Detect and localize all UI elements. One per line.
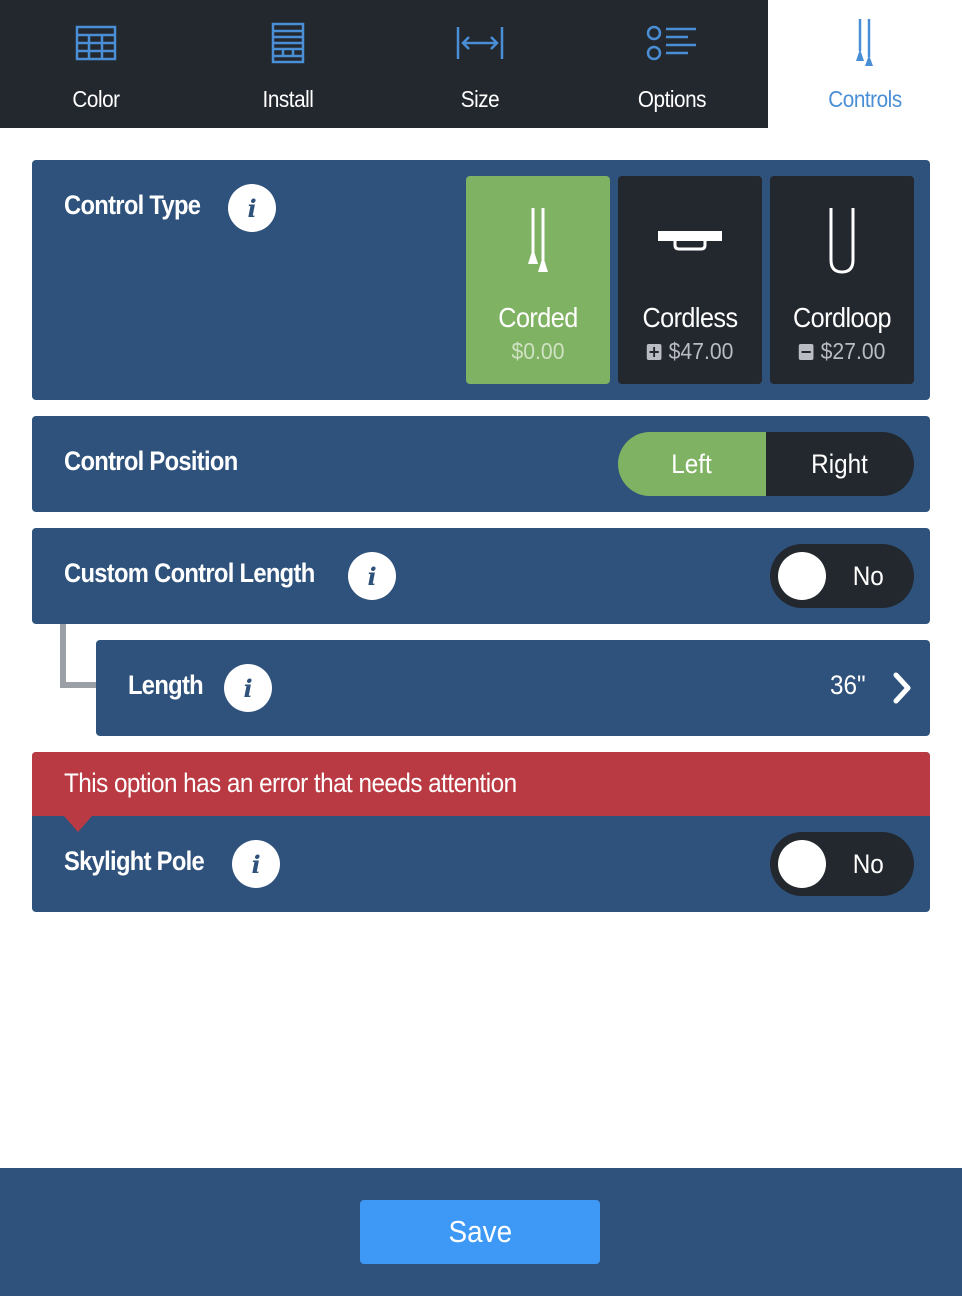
footer-bar: Save [0, 1168, 962, 1296]
tab-label: Controls [828, 86, 902, 112]
tab-color[interactable]: Color [0, 0, 192, 128]
width-arrows-icon [384, 20, 576, 66]
position-left-button[interactable]: Left [618, 432, 766, 496]
custom-control-length-panel: Custom Control Length i No [32, 528, 930, 624]
length-title: Length [128, 670, 204, 700]
tab-size[interactable]: Size [384, 0, 576, 128]
tab-label: Size [460, 86, 500, 112]
tab-install[interactable]: Install [192, 0, 384, 128]
cordloop-icon [770, 204, 914, 276]
tab-bar: Color Install Size Options Controls [0, 0, 962, 128]
tab-options[interactable]: Options [576, 0, 768, 128]
plus-icon [646, 343, 662, 360]
control-position-panel: Control Position Left Right [32, 416, 930, 512]
control-type-panel: Control Type i Corded $0.00 Cordless $47… [32, 160, 930, 400]
skylight-pole-toggle[interactable]: No [770, 832, 914, 896]
minus-icon [798, 343, 814, 360]
info-icon[interactable]: i [228, 184, 276, 232]
option-price: $47.00 [624, 338, 756, 365]
window-frame-icon [192, 20, 384, 66]
info-icon[interactable]: i [348, 552, 396, 600]
option-price: $0.00 [511, 338, 565, 364]
toggle-value: No [853, 561, 885, 591]
custom-control-length-title: Custom Control Length [64, 558, 315, 588]
error-banner: This option has an error that needs atte… [32, 752, 930, 816]
control-type-option-cordless[interactable]: Cordless $47.00 [618, 176, 762, 384]
error-pointer [64, 816, 92, 832]
toggle-value: No [853, 849, 885, 879]
options-list-icon [576, 20, 768, 66]
control-position-title: Control Position [64, 446, 238, 476]
tab-label: Options [637, 86, 707, 112]
error-message: This option has an error that needs atte… [64, 768, 517, 798]
option-name: Cordloop [793, 302, 891, 333]
info-icon[interactable]: i [224, 664, 272, 712]
skylight-pole-title: Skylight Pole [64, 846, 205, 876]
position-right-button[interactable]: Right [766, 432, 914, 496]
tab-controls[interactable]: Controls [768, 0, 962, 128]
toggle-knob [778, 840, 826, 888]
grid-icon [0, 20, 192, 66]
control-type-option-cordloop[interactable]: Cordloop $27.00 [770, 176, 914, 384]
length-panel[interactable]: Length i 36" [96, 640, 930, 736]
length-value: 36" [830, 670, 866, 700]
chevron-right-icon[interactable] [892, 672, 912, 709]
control-type-title: Control Type [64, 190, 201, 220]
option-name: Corded [498, 302, 578, 333]
position-segmented-control: Left Right [618, 432, 914, 496]
tab-label: Color [72, 86, 120, 112]
control-type-option-corded[interactable]: Corded $0.00 [466, 176, 610, 384]
option-price: $27.00 [776, 338, 908, 365]
corded-icon [466, 204, 610, 276]
info-icon[interactable]: i [232, 840, 280, 888]
save-button[interactable]: Save [360, 1200, 600, 1264]
cordless-icon [618, 204, 762, 276]
toggle-knob [778, 552, 826, 600]
cord-tassel-icon [768, 19, 962, 66]
option-name: Cordless [642, 302, 738, 333]
tab-label: Install [262, 86, 314, 112]
custom-length-toggle[interactable]: No [770, 544, 914, 608]
sub-option-connector [60, 624, 96, 688]
